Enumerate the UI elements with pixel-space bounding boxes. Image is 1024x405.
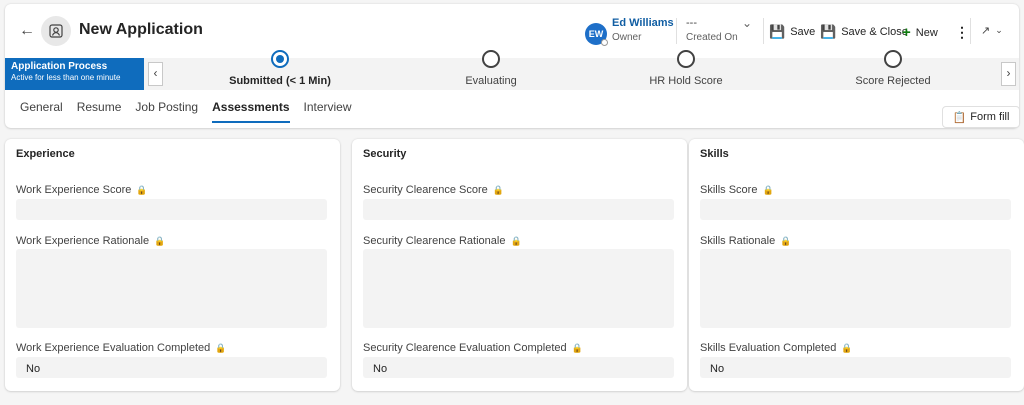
stage-label: HR Hold Score <box>649 75 723 87</box>
field-label: Security Clearence Rationale 🔒 <box>363 235 522 247</box>
lock-icon: 🔒 <box>762 184 774 195</box>
field-label: Skills Rationale 🔒 <box>700 235 792 247</box>
skills-score-field[interactable] <box>700 199 1011 220</box>
security-clearance-score-field[interactable] <box>363 199 674 220</box>
back-arrow-icon[interactable]: ← <box>17 21 37 41</box>
tab-resume[interactable]: Resume <box>77 100 122 123</box>
section-title: Experience <box>16 148 75 160</box>
page-title: New Application <box>79 21 203 38</box>
divider <box>763 18 764 44</box>
form-fill-icon: 📋 <box>952 111 967 124</box>
stage-circle-icon <box>482 50 500 68</box>
stage-label: Submitted (< 1 Min) <box>229 75 331 87</box>
section-skills: Skills Skills Score 🔒 Skills Rationale 🔒 S… <box>689 139 1024 391</box>
section-title: Skills <box>700 148 729 160</box>
lock-icon: 🔒 <box>492 184 504 195</box>
field-label: Skills Evaluation Completed 🔒 <box>700 342 853 354</box>
lock-icon: 🔒 <box>780 235 792 246</box>
tab-interview[interactable]: Interview <box>304 100 352 123</box>
process-flag[interactable]: Application Process Active for less than… <box>5 58 144 90</box>
save-close-icon: 💾 <box>820 24 837 39</box>
stage-label: Evaluating <box>465 75 517 87</box>
business-process-bar: Application Process Active for less than… <box>5 50 1019 90</box>
more-commands-button[interactable]: ⋮ <box>955 24 969 41</box>
skills-rationale-field[interactable] <box>700 249 1011 328</box>
chevron-right-icon: › <box>1006 66 1011 80</box>
new-button[interactable]: + New <box>902 24 938 41</box>
work-experience-rationale-field[interactable] <box>16 249 327 328</box>
lock-icon: 🔒 <box>154 235 166 246</box>
lock-icon: 🔒 <box>571 342 583 353</box>
owner-label: Owner <box>612 32 642 43</box>
work-experience-score-field[interactable] <box>16 199 327 220</box>
tab-job-posting[interactable]: Job Posting <box>135 100 198 123</box>
owner-name-link[interactable]: Ed Williams <box>612 17 674 29</box>
divider <box>676 18 677 44</box>
skills-completed-field[interactable]: No <box>700 357 1011 378</box>
section-security: Security Security Clearence Score 🔒 Secur… <box>352 139 687 391</box>
tab-general[interactable]: General <box>20 100 63 123</box>
save-button[interactable]: 💾 Save <box>769 24 815 40</box>
stage-next-button[interactable]: › <box>1001 62 1016 86</box>
work-experience-completed-field[interactable]: No <box>16 357 327 378</box>
form-tabs: General Resume Job Posting Assessments I… <box>20 100 352 123</box>
save-icon: 💾 <box>769 24 786 39</box>
form-header-card: ← New Application EW Ed Williams Owner -… <box>5 4 1019 128</box>
field-label: Work Experience Evaluation Completed 🔒 <box>16 342 227 354</box>
stage-active-icon <box>271 50 289 68</box>
avatar[interactable]: EW <box>585 23 608 46</box>
field-label: Work Experience Score 🔒 <box>16 184 148 196</box>
lock-icon: 🔒 <box>136 184 148 195</box>
security-clearance-rationale-field[interactable] <box>363 249 674 328</box>
divider <box>970 18 971 44</box>
header-expand-chevron-icon[interactable]: ⌄ <box>742 16 752 30</box>
more-vertical-icon: ⋮ <box>955 24 969 40</box>
stage-circle-icon <box>677 50 695 68</box>
lock-icon: 🔒 <box>841 342 853 353</box>
plus-icon: + <box>902 24 911 41</box>
lock-icon: 🔒 <box>510 235 522 246</box>
lock-icon: 🔒 <box>215 342 227 353</box>
process-duration: Active for less than one minute <box>11 73 121 82</box>
share-button[interactable]: ↗ ⌄ <box>981 24 1003 37</box>
field-label: Work Experience Rationale 🔒 <box>16 235 166 247</box>
field-label: Skills Score 🔒 <box>700 184 774 196</box>
chevron-left-icon: ‹ <box>153 66 158 80</box>
entity-icon <box>41 16 71 46</box>
created-on-label: Created On <box>686 32 738 43</box>
security-clearance-completed-field[interactable]: No <box>363 357 674 378</box>
stage-circle-icon <box>884 50 902 68</box>
chevron-down-icon: ⌄ <box>995 25 1003 35</box>
form-fill-button[interactable]: 📋 Form fill <box>942 106 1020 128</box>
section-title: Security <box>363 148 407 160</box>
section-experience: Experience Work Experience Score 🔒 Work E… <box>5 139 340 391</box>
stage-label: Score Rejected <box>855 75 931 87</box>
save-and-close-button[interactable]: 💾 Save & Close <box>820 24 908 40</box>
process-name: Application Process <box>11 61 108 72</box>
created-on-value: --- <box>686 17 697 29</box>
stage-prev-button[interactable]: ‹ <box>148 62 163 86</box>
field-label: Security Clearence Score 🔒 <box>363 184 504 196</box>
tab-assessments[interactable]: Assessments <box>212 100 290 123</box>
share-icon: ↗ <box>981 25 991 37</box>
field-label: Security Clearence Evaluation Completed 🔒 <box>363 342 583 354</box>
